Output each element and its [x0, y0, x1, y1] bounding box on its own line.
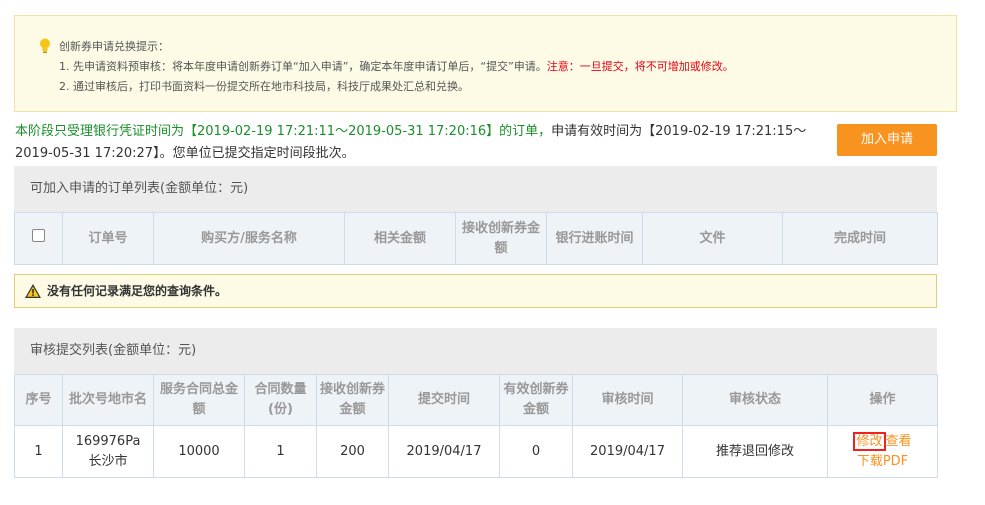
row-contract-count: 1: [244, 425, 317, 478]
row-submit-time: 2019/04/17: [388, 425, 500, 478]
row-batch: 169976Pa 长沙市: [62, 425, 154, 478]
row-index: 1: [14, 425, 63, 478]
col-order-no: 订单号: [62, 212, 154, 265]
table-row: 1 169976Pa 长沙市 10000 1 200 2019/04/17 0 …: [14, 425, 938, 478]
notice-warning: 注意：一旦提交，将不可增加或修改。: [546, 60, 734, 73]
col-voucher-received: 接收创新券金额: [316, 374, 389, 426]
no-data-text: 没有任何记录满足您的查询条件。: [47, 284, 228, 298]
col-file: 文件: [642, 212, 783, 265]
notice-box: 创新券申请兑换提示： 1. 先申请资料预审核：将本年度申请创新券订单“加入申请”…: [14, 15, 957, 112]
order-table: 订单号 购买方/服务名称 相关金额 接收创新券金额 银行进账时间 文件 完成时间: [14, 212, 938, 265]
city-name: 长沙市: [88, 453, 128, 469]
period-info: 本阶段只受理银行凭证时间为【2019-02-19 17:21:11～2019-0…: [15, 121, 830, 165]
order-section-title: 可加入申请的订单列表(金额单位：元): [14, 166, 937, 212]
col-review-time: 审核时间: [572, 374, 683, 426]
review-table-header: 序号 批次号地市名 服务合同总金额 合同数量(份) 接收创新券金额 提交时间 有…: [14, 374, 938, 426]
lightbulb-icon: [40, 38, 50, 53]
col-voucher-amount: 接收创新券金额: [455, 212, 547, 265]
notice-line-2: 2. 通过审核后，打印书面资料一份提交所在地市科技局，科技厅成果处汇总和兑换。: [59, 80, 469, 93]
notice-line-1-text: 1. 先申请资料预审核：将本年度申请创新券订单“加入申请”，确定本年度申请订单后…: [59, 60, 547, 73]
row-operations: 修改 查看 下载PDF: [827, 425, 938, 478]
notice-title: 创新券申请兑换提示：: [59, 40, 169, 53]
view-link[interactable]: 查看: [886, 434, 912, 449]
order-table-header: 订单号 购买方/服务名称 相关金额 接收创新券金额 银行进账时间 文件 完成时间: [14, 212, 938, 265]
row-review-time: 2019/04/17: [572, 425, 683, 478]
add-application-button[interactable]: 加入申请: [837, 124, 937, 156]
notice-line-1: 1. 先申请资料预审核：将本年度申请创新券订单“加入申请”，确定本年度申请订单后…: [59, 58, 734, 74]
col-index: 序号: [14, 374, 63, 426]
col-contract-total: 服务合同总金额: [153, 374, 245, 426]
edit-link[interactable]: 修改: [853, 431, 886, 451]
row-voucher-amount: 200: [316, 425, 389, 478]
no-data-alert: 没有任何记录满足您的查询条件。: [14, 274, 937, 308]
review-table: 序号 批次号地市名 服务合同总金额 合同数量(份) 接收创新券金额 提交时间 有…: [14, 374, 938, 478]
col-related-amount: 相关金额: [344, 212, 456, 265]
col-batch: 批次号地市名: [62, 374, 154, 426]
select-all-checkbox[interactable]: [32, 228, 45, 242]
col-contract-count: 合同数量(份): [244, 374, 317, 426]
row-valid-amount: 0: [499, 425, 573, 478]
col-buyer-service: 购买方/服务名称: [153, 212, 345, 265]
col-valid-amount: 有效创新券金额: [499, 374, 573, 426]
review-section-title: 审核提交列表(金额单位：元): [14, 328, 937, 374]
col-finish-time: 完成时间: [782, 212, 938, 265]
batch-number: 169976Pa: [75, 433, 141, 449]
col-review-status: 审核状态: [682, 374, 828, 426]
col-operations: 操作: [827, 374, 938, 426]
download-pdf-link[interactable]: 下载PDF: [857, 454, 908, 469]
period-green-text: 本阶段只受理银行凭证时间为【2019-02-19 17:21:11～2019-0…: [15, 124, 552, 139]
col-bank-time: 银行进账时间: [546, 212, 643, 265]
row-status: 推荐退回修改: [682, 425, 828, 478]
row-contract-total: 10000: [153, 425, 245, 478]
col-submit-time: 提交时间: [388, 374, 500, 426]
warning-icon: [25, 284, 41, 298]
select-all-cell[interactable]: [14, 212, 63, 265]
